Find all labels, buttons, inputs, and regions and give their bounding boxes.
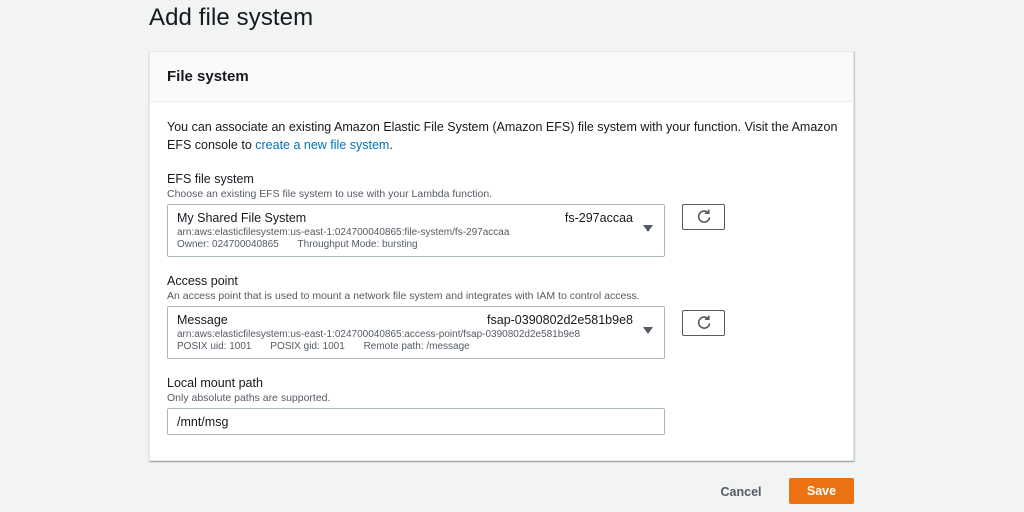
efs-select[interactable]: My Shared File System fs-297accaa arn:aw… bbox=[167, 204, 665, 257]
access-point-selected-id: fsap-0390802d2e581b9e8 bbox=[487, 313, 633, 327]
panel-body: You can associate an existing Amazon Ela… bbox=[150, 102, 853, 435]
access-point-refresh-button[interactable] bbox=[682, 310, 725, 336]
create-file-system-link[interactable]: create a new file system bbox=[255, 138, 389, 152]
efs-selected-id: fs-297accaa bbox=[564, 211, 633, 225]
mount-path-input[interactable]: /mnt/msg bbox=[167, 408, 665, 435]
mount-path-description: Only absolute paths are supported. bbox=[167, 392, 331, 404]
access-point-selected-name: Message bbox=[177, 313, 228, 327]
panel-title: File system bbox=[167, 68, 249, 85]
posix-gid: POSIX gid: 1001 bbox=[270, 341, 345, 352]
access-point-selected-meta: POSIX uid: 1001 POSIX gid: 1001 Remote p… bbox=[177, 341, 655, 352]
efs-field: EFS file system Choose an existing EFS f… bbox=[167, 172, 836, 257]
access-point-description: An access point that is used to mount a … bbox=[167, 290, 640, 302]
posix-uid: POSIX uid: 1001 bbox=[177, 341, 252, 352]
mount-path-label: Local mount path bbox=[167, 376, 263, 390]
access-point-label: Access point bbox=[167, 274, 238, 288]
efs-selected-name: My Shared File System bbox=[177, 211, 307, 225]
access-point-field: Access point An access point that is use… bbox=[167, 274, 836, 359]
efs-refresh-button[interactable] bbox=[682, 204, 725, 230]
intro-text-end: . bbox=[389, 138, 393, 152]
panel-header: File system bbox=[150, 52, 853, 102]
file-system-panel: File system You can associate an existin… bbox=[149, 51, 854, 461]
remote-path: Remote path: /message bbox=[363, 341, 470, 352]
efs-throughput: Throughput Mode: bursting bbox=[297, 239, 418, 250]
efs-selected-meta: Owner: 024700040865 Throughput Mode: bur… bbox=[177, 239, 655, 250]
page-title: Add file system bbox=[149, 4, 314, 31]
caret-down-icon bbox=[643, 225, 653, 232]
refresh-icon bbox=[697, 315, 710, 329]
refresh-icon bbox=[697, 209, 710, 223]
save-button[interactable]: Save bbox=[789, 478, 854, 504]
efs-owner: Owner: 024700040865 bbox=[177, 239, 279, 250]
efs-label: EFS file system bbox=[167, 172, 254, 186]
efs-selected-arn: arn:aws:elasticfilesystem:us-east-1:0247… bbox=[177, 227, 510, 238]
access-point-selected-arn: arn:aws:elasticfilesystem:us-east-1:0247… bbox=[177, 329, 581, 340]
access-point-select[interactable]: Message fsap-0390802d2e581b9e8 arn:aws:e… bbox=[167, 306, 665, 359]
caret-down-icon bbox=[643, 327, 653, 334]
efs-description: Choose an existing EFS file system to us… bbox=[167, 188, 493, 200]
intro-text: You can associate an existing Amazon Ela… bbox=[167, 118, 847, 154]
cancel-button[interactable]: Cancel bbox=[711, 481, 771, 503]
mount-path-field: Local mount path Only absolute paths are… bbox=[167, 376, 836, 435]
